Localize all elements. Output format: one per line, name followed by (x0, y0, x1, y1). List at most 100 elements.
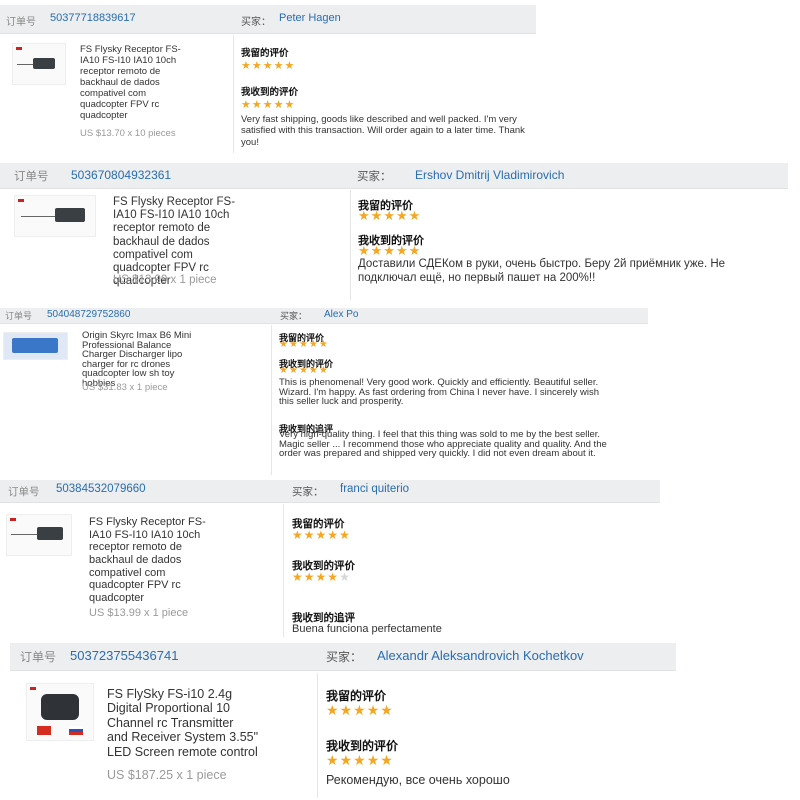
buyer-label: 买家： (357, 171, 392, 183)
order-card: 订单号 50384532079660 买家： franci quiterio F… (0, 480, 660, 640)
star-filled-icon: ★ (370, 243, 384, 258)
russia-flag-icon (69, 726, 83, 735)
star-filled-icon: ★ (262, 60, 274, 72)
star-filled-icon: ★ (298, 365, 309, 376)
star-filled-icon: ★ (315, 528, 328, 542)
star-filled-icon: ★ (327, 528, 340, 542)
buyer-name-link[interactable]: Peter Hagen (279, 12, 341, 24)
my-rating-stars: ★★★★★ (279, 339, 329, 350)
star-filled-icon: ★ (339, 752, 354, 768)
order-header: 订单号 503670804932361 买家： Ershov Dmitrij V… (0, 163, 788, 189)
star-filled-icon: ★ (358, 243, 371, 258)
buyer-label: 买家： (326, 650, 363, 664)
star-filled-icon: ★ (318, 365, 329, 376)
order-number-link[interactable]: 503670804932361 (71, 168, 171, 182)
received-rating-stars: ★★★★★ (326, 752, 394, 769)
brand-logo-icon (16, 47, 22, 50)
order-number-label: 订单号 (5, 311, 33, 321)
star-filled-icon: ★ (262, 99, 274, 111)
star-filled-icon: ★ (318, 339, 329, 350)
order-number-label: 订单号 (20, 650, 57, 664)
star-filled-icon: ★ (383, 243, 396, 258)
star-filled-icon: ★ (288, 365, 299, 376)
received-review-text: Very fast shipping, goods like described… (241, 114, 525, 148)
china-flag-icon (37, 726, 51, 735)
order-number-link[interactable]: 50377718839617 (50, 12, 136, 24)
star-filled-icon: ★ (251, 60, 263, 72)
star-filled-icon: ★ (273, 60, 285, 72)
star-filled-icon: ★ (327, 570, 340, 584)
product-image[interactable] (12, 43, 66, 85)
order-number-label: 订单号 (14, 171, 49, 183)
order-number-link[interactable]: 504048729752860 (47, 309, 130, 320)
my-review-label: 我留的评价 (241, 48, 289, 59)
order-card: 订单号 503670804932361 买家： Ershov Dmitrij V… (0, 163, 788, 303)
received-rating-stars: ★★★★★ (358, 243, 421, 259)
received-followup-text: Very high-quality thing. I feel that thi… (279, 429, 607, 459)
received-review-label: 我收到的评价 (241, 87, 299, 98)
order-header: 订单号 504048729752860 买家： Alex Po (0, 308, 648, 324)
product-price: US $187.25 x 1 piece (107, 768, 227, 782)
order-header: 订单号 50384532079660 买家： franci quiterio (0, 480, 660, 503)
product-image[interactable] (26, 683, 94, 741)
star-filled-icon: ★ (353, 752, 367, 768)
order-number-link[interactable]: 50384532079660 (56, 483, 146, 495)
star-empty-icon: ★ (339, 570, 351, 584)
star-filled-icon: ★ (339, 528, 351, 542)
product-title-link[interactable]: FS Flysky Receptor FS- IA10 FS-I10 IA10 … (80, 44, 230, 121)
product-title-link[interactable]: FS FlySky FS-i10 2.4g Digital Proportion… (107, 687, 319, 759)
received-review-text: This is phenomenal! Very good work. Quic… (279, 377, 600, 407)
star-filled-icon: ★ (279, 339, 289, 350)
star-filled-icon: ★ (292, 528, 304, 542)
my-rating-stars: ★★★★★ (326, 702, 394, 719)
product-image[interactable] (3, 332, 68, 360)
product-image[interactable] (6, 514, 72, 556)
star-filled-icon: ★ (380, 702, 394, 718)
order-header: 订单号 503723755436741 买家： Alexandr Aleksan… (10, 643, 676, 671)
received-review-text: Доставили СДЕКом в руки, очень быстро. Б… (358, 258, 726, 284)
star-filled-icon: ★ (326, 702, 340, 718)
star-filled-icon: ★ (395, 208, 409, 223)
star-filled-icon: ★ (366, 752, 381, 768)
buyer-name-link[interactable]: Ershov Dmitrij Vladimirovich (415, 168, 564, 182)
product-price: US $13.99 x 1 piece (89, 607, 189, 619)
star-filled-icon: ★ (241, 99, 252, 111)
star-filled-icon: ★ (370, 208, 384, 223)
star-filled-icon: ★ (303, 528, 316, 542)
buyer-name-link[interactable]: franci quiterio (340, 483, 409, 495)
product-price: US $13.99 x 1 piece (113, 274, 217, 286)
star-filled-icon: ★ (380, 752, 394, 768)
order-number-label: 订单号 (6, 17, 36, 28)
star-filled-icon: ★ (303, 570, 316, 584)
star-filled-icon: ★ (339, 702, 354, 718)
my-rating-stars: ★★★★★ (292, 528, 351, 542)
receiver-icon (55, 208, 85, 222)
star-filled-icon: ★ (408, 208, 422, 223)
column-divider (233, 35, 234, 153)
star-filled-icon: ★ (358, 208, 371, 223)
column-divider (271, 325, 272, 475)
column-divider (317, 673, 318, 798)
star-filled-icon: ★ (298, 339, 309, 350)
buyer-name-link[interactable]: Alexandr Aleksandrovich Kochetkov (377, 648, 584, 663)
antenna-wire-icon (11, 534, 37, 535)
order-number-label: 订单号 (8, 486, 40, 498)
star-filled-icon: ★ (292, 570, 304, 584)
star-filled-icon: ★ (383, 208, 396, 223)
star-filled-icon: ★ (408, 243, 422, 258)
star-filled-icon: ★ (284, 99, 296, 111)
receiver-icon (33, 58, 55, 69)
buyer-name-link[interactable]: Alex Po (324, 309, 358, 320)
order-number-link[interactable]: 503723755436741 (70, 648, 178, 663)
star-filled-icon: ★ (395, 243, 409, 258)
antenna-wire-icon (17, 64, 33, 65)
product-image[interactable] (14, 195, 96, 237)
product-title-link[interactable]: FS Flysky Receptor FS- IA10 FS-I10 IA10 … (89, 516, 274, 604)
product-title-link[interactable]: Origin Skyrc Imax B6 Mini Professional B… (82, 331, 267, 388)
received-review-text: Рекомендую, все очень хорошо (326, 773, 510, 787)
column-divider (350, 190, 351, 300)
buyer-label: 买家： (241, 17, 271, 28)
star-filled-icon: ★ (366, 702, 381, 718)
star-filled-icon: ★ (308, 339, 319, 350)
buyer-label: 买家： (280, 311, 308, 321)
